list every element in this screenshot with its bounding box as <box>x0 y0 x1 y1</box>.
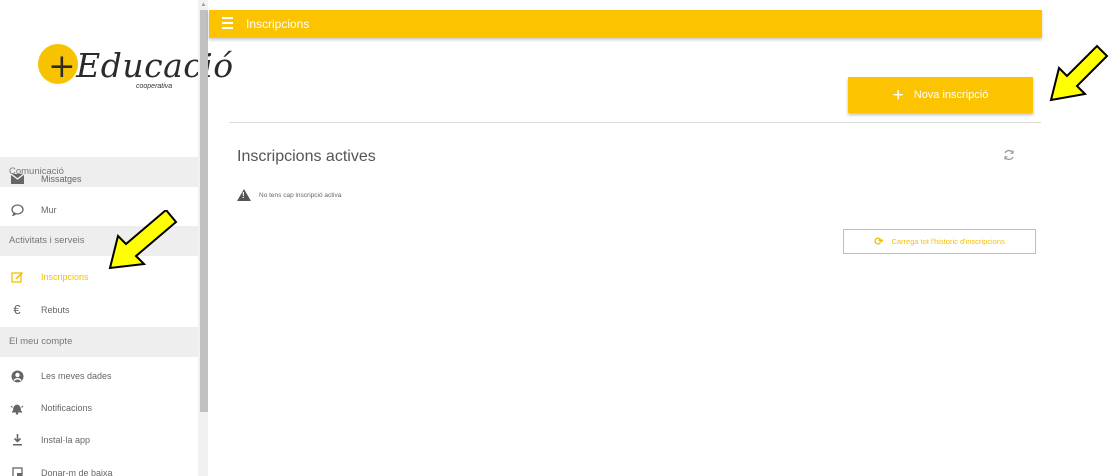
sidebar-item-label: Missatges <box>41 174 82 184</box>
divider <box>229 122 1041 123</box>
section-compte: El meu compte <box>0 327 198 357</box>
sidebar-item-label: Mur <box>41 205 57 215</box>
refresh-icon[interactable] <box>1000 148 1018 166</box>
sidebar-item-baixa[interactable]: Donar-m de baixa <box>0 458 198 476</box>
new-inscription-label: Nova inscripció <box>913 89 989 101</box>
reload-icon: ⟳ <box>874 236 884 248</box>
sidebar-scroll-thumb[interactable] <box>200 10 208 412</box>
empty-message-row: No tens cap inscripció activa <box>237 188 341 202</box>
sidebar-item-rebuts[interactable]: € Rebuts <box>0 295 198 325</box>
load-history-button[interactable]: ⟳ Carrega tot l'historic d'inscripcions <box>843 229 1036 254</box>
sidebar-item-label: Les meves dades <box>41 371 112 381</box>
download-icon <box>9 425 25 455</box>
scroll-up-icon[interactable]: ▲ <box>199 0 208 10</box>
annotation-arrow-left <box>108 210 178 270</box>
sidebar-item-dades[interactable]: Les meves dades <box>0 361 198 391</box>
document-icon <box>9 458 25 476</box>
euro-icon: € <box>13 302 21 317</box>
new-inscription-button[interactable]: + Nova inscripció <box>848 77 1033 113</box>
sidebar-item-label: Notificacions <box>41 403 93 413</box>
edit-icon <box>9 262 25 292</box>
envelope-icon <box>9 164 25 194</box>
page-title: Inscripcions <box>246 17 310 31</box>
sidebar-item-missatges[interactable]: Missatges <box>0 164 198 194</box>
sidebar-item-notificacions[interactable]: Notificacions <box>0 393 198 423</box>
user-circle-icon <box>9 361 25 391</box>
annotation-arrow-right <box>1049 44 1109 102</box>
load-history-label: Carrega tot l'historic d'inscripcions <box>891 237 1005 246</box>
sidebar-item-label: Inscripcions <box>41 272 89 282</box>
active-inscriptions-title: Inscripcions actives <box>237 148 376 165</box>
plus-icon: + <box>892 84 904 106</box>
empty-message: No tens cap inscripció activa <box>259 191 342 199</box>
bell-icon <box>9 393 25 423</box>
app-logo[interactable]: +Educació cooperativa <box>0 0 233 145</box>
warning-icon <box>237 189 251 201</box>
sidebar-item-label: Rebuts <box>41 305 70 315</box>
logo-subtitle: cooperativa <box>136 83 173 90</box>
hamburger-menu-icon[interactable] <box>222 17 233 30</box>
top-bar: Inscripcions <box>209 10 1042 38</box>
chat-bubble-icon <box>9 195 25 225</box>
sidebar-item-label: Instal·la app <box>41 435 91 445</box>
sidebar-item-label: Donar-m de baixa <box>41 468 113 476</box>
sidebar-item-installa[interactable]: Instal·la app <box>0 425 198 455</box>
